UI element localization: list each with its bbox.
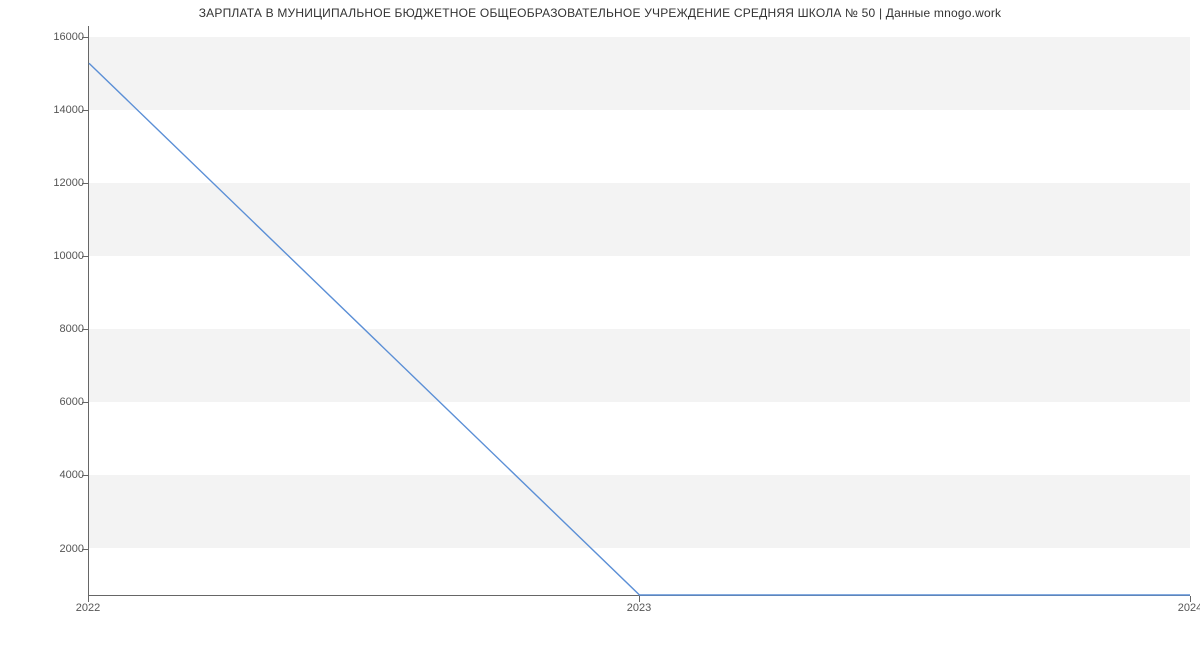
x-tick-label: 2024	[1178, 602, 1200, 614]
x-tick-mark	[88, 596, 89, 602]
y-tick-mark	[82, 402, 88, 403]
y-tick-label: 16000	[24, 31, 84, 43]
y-tick-mark	[82, 110, 88, 111]
y-tick-label: 6000	[24, 396, 84, 408]
chart-title: ЗАРПЛАТА В МУНИЦИПАЛЬНОЕ БЮДЖЕТНОЕ ОБЩЕО…	[0, 6, 1200, 20]
y-tick-label: 8000	[24, 323, 84, 335]
y-tick-label: 2000	[24, 543, 84, 555]
y-tick-mark	[82, 549, 88, 550]
y-tick-mark	[82, 475, 88, 476]
y-tick-mark	[82, 329, 88, 330]
y-tick-mark	[82, 183, 88, 184]
data-line	[89, 26, 1190, 595]
y-tick-label: 4000	[24, 469, 84, 481]
y-tick-mark	[82, 256, 88, 257]
x-tick-mark	[639, 596, 640, 602]
plot-area	[88, 26, 1190, 596]
y-tick-label: 14000	[24, 104, 84, 116]
salary-line-chart: ЗАРПЛАТА В МУНИЦИПАЛЬНОЕ БЮДЖЕТНОЕ ОБЩЕО…	[0, 0, 1200, 650]
x-tick-label: 2022	[76, 602, 100, 614]
y-tick-mark	[82, 37, 88, 38]
x-tick-mark	[1190, 596, 1191, 602]
y-tick-label: 12000	[24, 177, 84, 189]
x-tick-label: 2023	[627, 602, 651, 614]
y-tick-label: 10000	[24, 250, 84, 262]
